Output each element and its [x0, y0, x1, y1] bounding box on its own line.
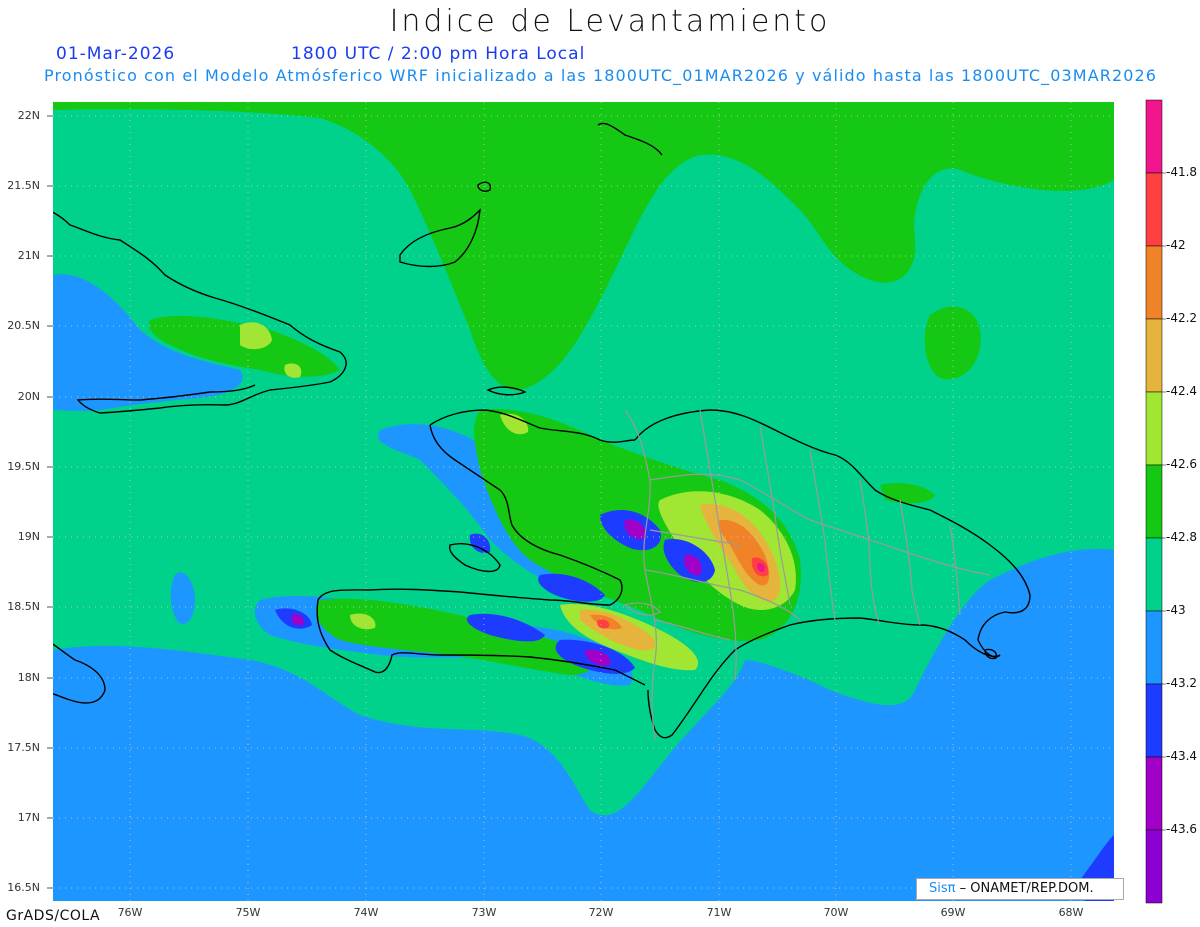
credit-brand: Sisπ [929, 881, 956, 896]
lat-label: 20.5N [7, 319, 40, 332]
colorbar-swatch [1145, 99, 1163, 174]
colorbar-swatch [1145, 537, 1163, 612]
colorbar-label: -42 [1166, 238, 1186, 252]
lat-label: 17N [17, 811, 40, 824]
colorbar-swatch [1145, 464, 1163, 539]
colorbar [1145, 99, 1166, 904]
colorbar-swatch [1145, 829, 1163, 904]
lifted-index-field [53, 102, 1114, 901]
lon-label: 71W [706, 906, 732, 919]
lat-label: 21N [17, 249, 40, 262]
lon-label: 76W [117, 906, 143, 919]
colorbar-label: -43.4 [1166, 749, 1198, 763]
lat-label: 19N [17, 530, 40, 543]
lat-label: 20N [17, 390, 40, 403]
lon-label: 70W [823, 906, 849, 919]
lat-label: 19.5N [7, 460, 40, 473]
colorbar-label: -42.2 [1166, 311, 1198, 325]
colorbar-swatch [1145, 172, 1163, 247]
map-plot [47, 99, 1166, 904]
colorbar-label: -42.8 [1166, 530, 1198, 544]
colorbar-swatch [1145, 318, 1163, 393]
colorbar-label: -43.2 [1166, 676, 1198, 690]
lat-label: 18.5N [7, 600, 40, 613]
axes-frame [47, 115, 53, 889]
lon-label: 69W [940, 906, 966, 919]
lat-label: 18N [17, 671, 40, 684]
lon-label: 74W [353, 906, 379, 919]
lon-label: 75W [235, 906, 261, 919]
colorbar-label: -43.6 [1166, 822, 1198, 836]
lon-label: 68W [1058, 906, 1084, 919]
credit-text: – ONAMET/REP.DOM. [959, 881, 1094, 896]
lat-label: 21.5N [7, 179, 40, 192]
colorbar-swatch [1145, 391, 1163, 466]
lat-label: 22N [17, 109, 40, 122]
colorbar-label: -42.6 [1166, 457, 1198, 471]
colorbar-swatch [1145, 610, 1163, 685]
lon-label: 73W [471, 906, 497, 919]
software-label: GrADS/COLA [6, 908, 101, 924]
colorbar-label: -41.8 [1166, 165, 1198, 179]
lon-label: 72W [588, 906, 614, 919]
colorbar-swatch [1145, 683, 1163, 758]
lat-label: 16.5N [7, 881, 40, 894]
colorbar-swatch [1145, 245, 1163, 320]
colorbar-swatch [1145, 756, 1163, 831]
lat-label: 17.5N [7, 741, 40, 754]
credit-box: Sisπ – ONAMET/REP.DOM. [916, 878, 1124, 900]
colorbar-label: -43 [1166, 603, 1186, 617]
colorbar-label: -42.4 [1166, 384, 1198, 398]
